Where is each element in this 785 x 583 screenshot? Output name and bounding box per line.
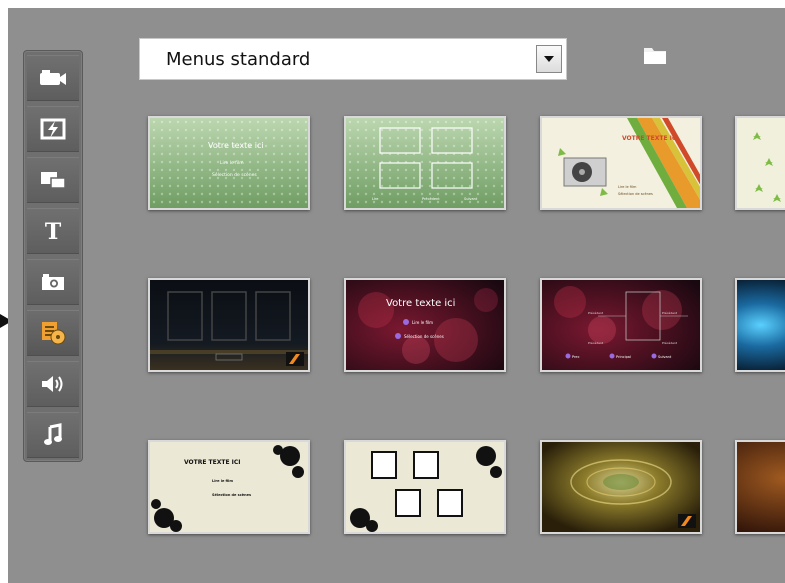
thumb-label: Précédent: [662, 341, 678, 345]
toolbar-disc-menu-button[interactable]: [27, 310, 79, 356]
thumb-line: Lire le film: [618, 185, 637, 189]
thumb-label: Précédent: [588, 341, 604, 345]
menu-thumbnail-grunge-scenes[interactable]: [344, 440, 506, 534]
thumb-label: Lire: [372, 197, 378, 201]
thumb-label: Précédent: [422, 197, 440, 201]
menu-category-value: Menus standard: [166, 49, 311, 70]
menu-category-select[interactable]: Menus standard: [139, 38, 567, 80]
menu-preview: [346, 442, 504, 532]
thumb-label: Précédent: [662, 311, 678, 315]
thumb-title: VOTRE TEXTE ICI: [184, 459, 241, 466]
video-camera-icon: [40, 70, 66, 85]
thumb-title: VOTRE TEXTE ICI: [622, 135, 679, 142]
menu-preview: VOTRE TEXTE ICI Lire le film Sélection d…: [542, 118, 700, 208]
thumb-button-label: Suivant: [658, 355, 672, 359]
menu-preview: [542, 442, 700, 532]
chevron-down-icon: [544, 56, 554, 62]
thumb-line: Sélection de scènes: [212, 493, 251, 497]
menu-thumbnail-grunge-title[interactable]: VOTRE TEXTE ICI Lire le film Sélection d…: [148, 440, 310, 534]
menu-preview: [150, 280, 308, 370]
dropdown-toggle-button[interactable]: [536, 45, 562, 73]
menu-thumbnail-night-city[interactable]: [148, 278, 310, 372]
menu-preview: Votre texte ici Lire le film Sélection d…: [346, 280, 504, 370]
menu-thumbnail-warm-glow[interactable]: [735, 440, 785, 534]
menu-thumbnail-stars[interactable]: [735, 116, 785, 210]
transition-icon: [40, 118, 66, 140]
thumb-label: Suivant: [464, 197, 478, 201]
menu-thumbnail-green-2[interactable]: Lire Précédent Suivant: [344, 116, 506, 210]
menu-preview: [737, 442, 785, 532]
toolbar-music-button[interactable]: [27, 412, 79, 458]
toolbar-title-button[interactable]: T: [27, 208, 79, 254]
thumb-line: Sélection de scènes: [404, 334, 444, 339]
overlay-icon: [41, 172, 66, 189]
toolbar-transitions-button[interactable]: [27, 106, 79, 152]
thumb-line: Sélection de scènes: [618, 192, 653, 196]
thumb-title: Votre texte ici: [208, 141, 264, 150]
menu-thumbnail-bokeh-title[interactable]: Votre texte ici Lire le film Sélection d…: [344, 278, 506, 372]
thumb-label: Précédent: [588, 311, 604, 315]
menu-thumbnail-blue-burst[interactable]: [735, 278, 785, 372]
disc-menu-icon: [42, 322, 66, 345]
thumb-line: Lire le film: [212, 479, 233, 483]
library-panel: T Menus standard Votre texte ici Lire le…: [8, 8, 785, 583]
thumb-button-label: Prec: [572, 355, 580, 359]
toolbar-audio-button[interactable]: [27, 361, 79, 407]
thumb-button-label: Principal: [616, 355, 631, 359]
menu-thumbnail-golden-abstract[interactable]: [540, 440, 702, 534]
thumb-line: Sélection de scènes: [212, 171, 257, 178]
menu-preview: [737, 118, 785, 208]
menu-preview: VOTRE TEXTE ICI Lire le film Sélection d…: [150, 442, 308, 532]
thumb-title: Votre texte ici: [386, 298, 455, 309]
menu-thumbnail-green-1[interactable]: Votre texte ici Lire le film Sélection d…: [148, 116, 310, 210]
menu-preview: [737, 280, 785, 370]
text-icon: T: [45, 219, 62, 243]
folder-button[interactable]: [642, 44, 668, 70]
thumb-line: Lire le film: [220, 160, 244, 166]
menu-thumbnail-retro-turntable[interactable]: VOTRE TEXTE ICI Lire le film Sélection d…: [540, 116, 702, 210]
svg-text:T: T: [45, 219, 62, 243]
menu-preview: Précédent Précédent Précédent Précédent …: [542, 280, 700, 370]
toolbar-video-button[interactable]: [27, 55, 79, 101]
toolbar-snapshot-button[interactable]: [27, 259, 79, 305]
menu-preview: Lire Précédent Suivant: [346, 118, 504, 208]
library-toolbar: T: [23, 50, 83, 462]
speaker-icon: [42, 376, 63, 392]
menu-preview: Votre texte ici Lire le film Sélection d…: [150, 118, 308, 208]
thumb-line: Lire le film: [412, 320, 433, 325]
folder-icon: [644, 48, 666, 64]
camera-icon: [42, 274, 64, 290]
toolbar-overlay-button[interactable]: [27, 157, 79, 203]
music-note-icon: [44, 423, 62, 445]
menu-thumbnail-bokeh-scenes[interactable]: Précédent Précédent Précédent Précédent …: [540, 278, 702, 372]
